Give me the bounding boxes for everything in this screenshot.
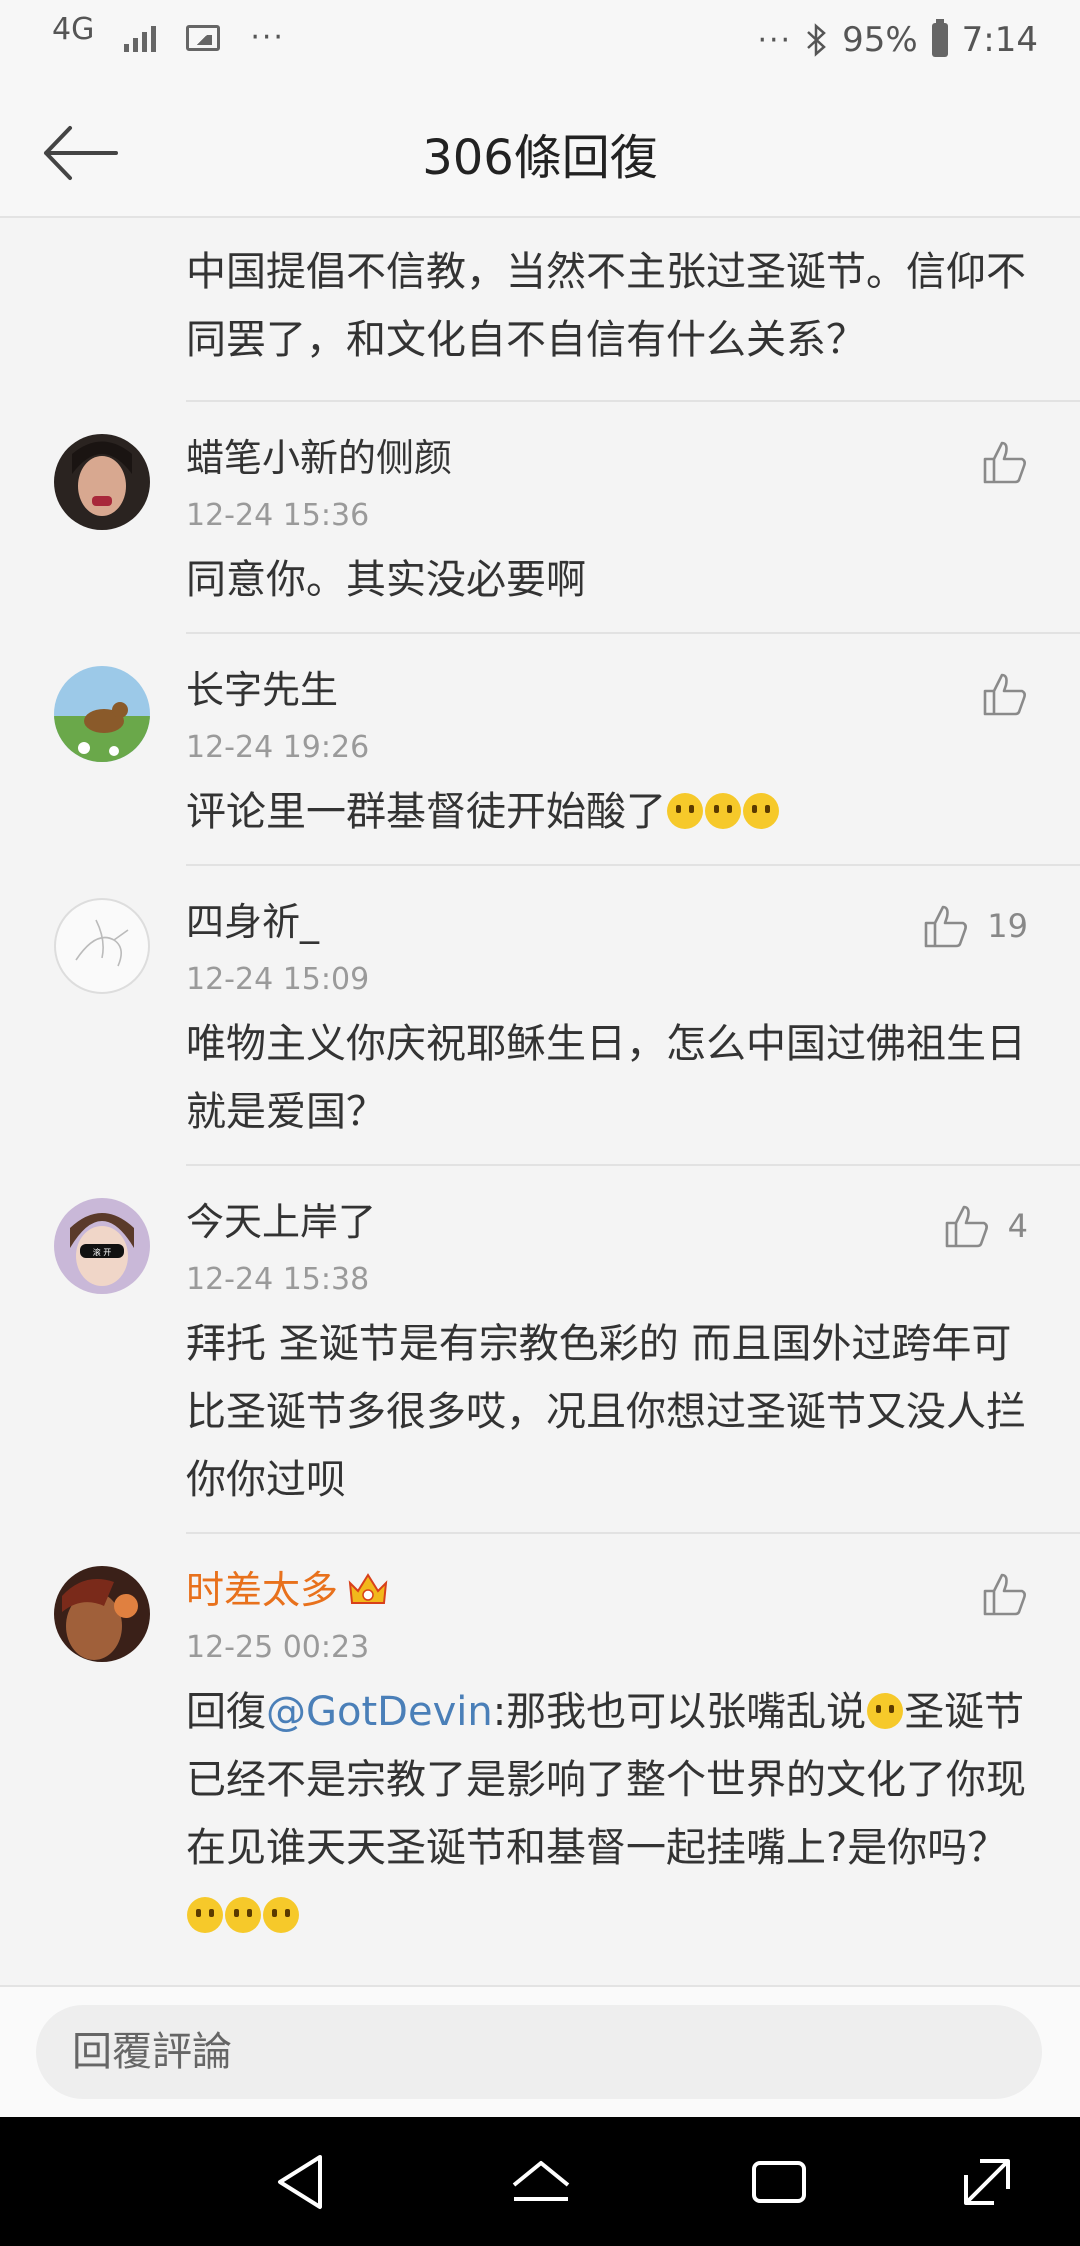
comment-author[interactable]: 蜡笔小新的侧颜 — [186, 402, 1080, 484]
thumbs-up-icon — [924, 905, 968, 948]
avatar[interactable]: 滚 开 — [54, 1198, 150, 1294]
comment-text: 唯物主义你庆祝耶稣生日，怎么中国过佛祖生日就是爱国？ — [186, 1021, 1026, 1135]
shy-emoji-icon — [187, 1897, 223, 1933]
comment-text-body: 评论里一群基督徒开始酸了 — [186, 789, 666, 835]
comment-text-part: :那我也可以张嘴乱说 — [492, 1689, 867, 1735]
reply-prefix: 回復 — [186, 1689, 266, 1735]
signal-icon — [124, 24, 157, 52]
comment-time: 12-24 15:09 — [186, 962, 370, 997]
reply-input[interactable] — [36, 2005, 1042, 2099]
avatar[interactable] — [54, 898, 150, 994]
home-icon — [512, 2161, 570, 2201]
comment-author-name[interactable]: 时差太多 — [186, 1568, 338, 1612]
status-left: 4G ··· — [52, 12, 285, 55]
page-title: 306條回復 — [422, 130, 658, 186]
comment-text: 回復@GotDevin:那我也可以张嘴乱说 圣诞节已经不是宗教了是影响了整个世界的… — [186, 1678, 1080, 1968]
mention-link[interactable]: @GotDevin — [266, 1689, 493, 1735]
comment-text: 同意你。其实没必要啊 — [186, 557, 586, 603]
comment-item[interactable]: 蜡笔小新的侧颜 12-24 15:36 同意你。其实没必要啊 — [54, 402, 1080, 634]
comment-time: 12-24 15:36 — [186, 498, 370, 533]
like-button[interactable] — [982, 1564, 1028, 1624]
like-button[interactable] — [982, 664, 1028, 724]
like-count: 4 — [1007, 1207, 1028, 1245]
like-button[interactable]: 19 — [923, 896, 1028, 956]
status-overflow: ··· — [757, 22, 793, 58]
nav-expand-button[interactable] — [952, 2147, 1022, 2217]
avatar[interactable] — [54, 1566, 150, 1662]
like-button[interactable]: 4 — [944, 1196, 1028, 1256]
battery-percent: 95% — [842, 20, 918, 60]
shy-emoji-icon — [263, 1897, 299, 1933]
avatar[interactable] — [54, 666, 150, 762]
status-bar: 4G ··· ··· 95% 7:14 — [0, 0, 1080, 88]
notification-overflow: ··· — [250, 20, 285, 55]
top-comment: 中国提倡不信教，当然不主张过圣诞节。信仰不同罢了，和文化自不自信有什么关系？ — [186, 218, 1080, 402]
comment-item[interactable]: 滚 开 今天上岸了 12-24 15:38 拜托 圣诞节是有宗教色彩的 而且国外… — [54, 1166, 1080, 1534]
network-type: 4G — [52, 12, 95, 47]
nav-home-button[interactable] — [506, 2147, 576, 2217]
comment-text: 评论里一群基督徒开始酸了 — [186, 778, 1080, 864]
like-button[interactable] — [982, 432, 1028, 492]
thumbs-up-icon — [983, 441, 1026, 484]
battery-icon — [931, 19, 948, 57]
header: 306條回復 — [0, 88, 1080, 218]
comment-time: 12-24 19:26 — [186, 730, 370, 765]
triangle-back-icon — [278, 2155, 322, 2209]
comment-author[interactable]: 时差太多 — [186, 1534, 1080, 1616]
like-count: 19 — [987, 907, 1028, 945]
reply-bar — [0, 1985, 1080, 2117]
comment-item[interactable]: 长字先生 12-24 19:26 评论里一群基督徒开始酸了 — [54, 634, 1080, 866]
comment-feed[interactable]: 中国提倡不信教，当然不主张过圣诞节。信仰不同罢了，和文化自不自信有什么关系？ 蜡… — [0, 218, 1080, 1985]
bluetooth-icon — [807, 23, 826, 57]
laugh-cry-emoji-icon — [743, 793, 779, 829]
top-comment-text: 中国提倡不信教，当然不主张过圣诞节。信仰不同罢了，和文化自不自信有什么关系？ — [186, 249, 1026, 363]
status-right: ··· 95% 7:14 — [757, 19, 1038, 60]
nav-back-button[interactable] — [268, 2147, 338, 2217]
nav-recents-button[interactable] — [744, 2147, 814, 2217]
clock: 7:14 — [961, 20, 1038, 60]
thumbs-up-icon — [945, 1205, 988, 1248]
comment-item[interactable]: 四身祈_ 12-24 15:09 唯物主义你庆祝耶稣生日，怎么中国过佛祖生日就是… — [54, 866, 1080, 1166]
comment-author[interactable]: 长字先生 — [186, 634, 1080, 716]
recents-icon — [752, 2161, 806, 2203]
laugh-cry-emoji-icon — [667, 793, 703, 829]
svg-text:滚 开: 滚 开 — [93, 1247, 112, 1257]
image-icon — [186, 24, 221, 51]
thumbs-up-icon — [983, 673, 1026, 716]
comment-time: 12-25 00:23 — [186, 1630, 370, 1665]
thumbs-up-icon — [983, 1573, 1026, 1616]
shy-emoji-icon — [225, 1897, 261, 1933]
laugh-cry-emoji-icon — [705, 793, 741, 829]
avatar[interactable] — [54, 434, 150, 530]
comment-text: 拜托 圣诞节是有宗教色彩的 而且国外过跨年可比圣诞节多很多哎，况且你想过圣诞节又… — [186, 1321, 1026, 1503]
system-nav-bar — [0, 2117, 1080, 2246]
shy-emoji-icon — [867, 1693, 904, 1729]
crown-badge-icon — [348, 1573, 388, 1604]
expand-icon — [964, 2159, 1010, 2205]
comment-item[interactable]: 时差太多 12-25 00:23 回復@GotDevin:那我也可以张嘴乱说 圣诞… — [54, 1534, 1080, 1968]
comment-time: 12-24 15:38 — [186, 1262, 370, 1297]
